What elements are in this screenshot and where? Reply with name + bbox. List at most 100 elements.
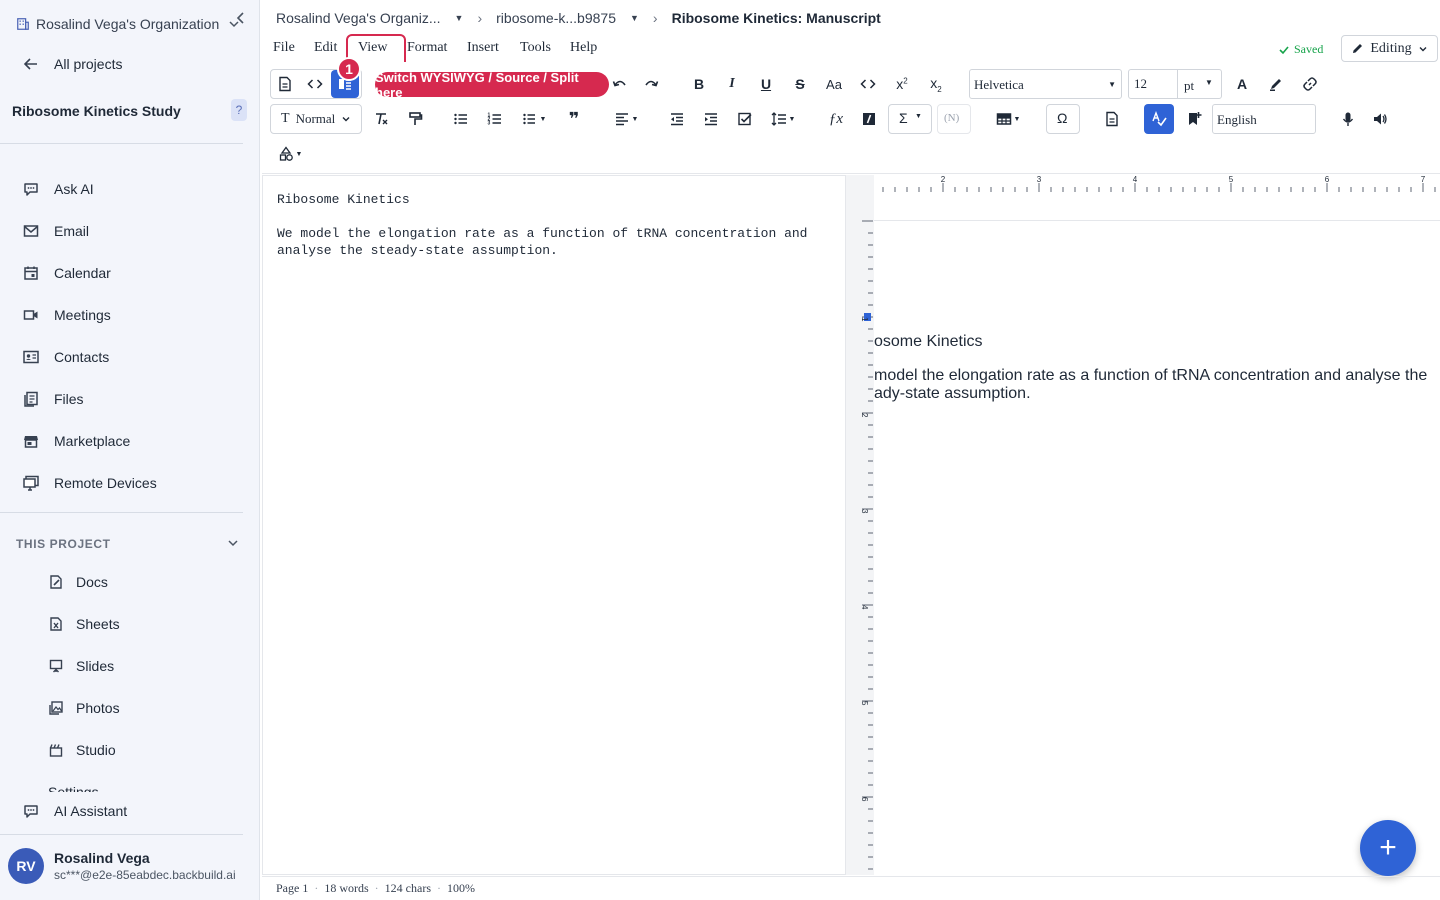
sidebar-item-calendar[interactable]: Calendar: [22, 264, 111, 282]
preview-title[interactable]: osome Kinetics: [874, 333, 983, 351]
clear-format-button[interactable]: [367, 105, 395, 133]
math-inline-button[interactable]: [855, 105, 883, 133]
bold-button[interactable]: B: [685, 70, 713, 98]
sidebar-item-docs[interactable]: Docs: [48, 574, 108, 590]
redo-button[interactable]: [637, 70, 665, 98]
underline-icon: U: [760, 76, 772, 92]
font-size-control[interactable]: 12 pt ▼: [1128, 69, 1222, 99]
breadcrumb-project[interactable]: ribosome-k...b9875: [496, 10, 616, 26]
sidebar-item-meetings[interactable]: Meetings: [22, 306, 111, 324]
sidebar-item-label: Marketplace: [54, 433, 131, 449]
sidebar-item-photos[interactable]: Photos: [48, 700, 120, 716]
svg-text:3: 3: [488, 121, 491, 127]
undo-button[interactable]: [606, 70, 634, 98]
all-projects-link[interactable]: All projects: [22, 55, 122, 73]
sidebar-item-label: AI Assistant: [54, 803, 128, 819]
sidebar-item-ai-assistant[interactable]: AI Assistant: [22, 802, 127, 820]
align-dropdown[interactable]: ▼: [609, 105, 643, 133]
superscript-button[interactable]: x2: [888, 70, 916, 98]
line-spacing-dropdown[interactable]: ▼: [766, 105, 800, 133]
strikethrough-button[interactable]: S: [786, 70, 814, 98]
breadcrumb: Rosalind Vega's Organiz... ▼ › ribosome-…: [276, 10, 881, 26]
menu-insert[interactable]: Insert: [467, 40, 499, 56]
numbered-list-button[interactable]: 123: [481, 105, 509, 133]
font-family-select[interactable]: Helvetica ▼: [969, 69, 1122, 99]
breadcrumb-document: Ribosome Kinetics: Manuscript: [671, 10, 881, 26]
text-color-button[interactable]: A: [1228, 70, 1256, 98]
help-badge[interactable]: ?: [231, 99, 247, 121]
menu-help[interactable]: Help: [570, 40, 597, 56]
subscript-button[interactable]: x2: [922, 70, 950, 98]
language-select[interactable]: English: [1212, 104, 1316, 134]
chat-bubble-icon: [24, 805, 38, 818]
sidebar-item-settings[interactable]: Settings: [48, 784, 99, 792]
dictation-button[interactable]: [1334, 105, 1362, 133]
org-switcher[interactable]: Rosalind Vega's Organization: [16, 16, 219, 32]
ruler-label: 4: [1133, 175, 1138, 184]
menu-edit[interactable]: Edit: [314, 40, 337, 56]
editing-mode-label: Editing: [1370, 40, 1412, 56]
bookmark-add-button[interactable]: [1180, 105, 1208, 133]
breadcrumb-org[interactable]: Rosalind Vega's Organiz...: [276, 10, 441, 26]
list-style-dropdown[interactable]: ▼: [517, 105, 551, 133]
paragraph-style-select[interactable]: T Normal: [270, 104, 362, 134]
code-icon: [860, 79, 876, 89]
caret-down-icon: ▼: [1108, 80, 1116, 89]
menu-format[interactable]: Format: [407, 40, 447, 56]
sidebar-item-sheets[interactable]: Sheets: [48, 616, 120, 632]
sidebar-item-label: Remote Devices: [54, 475, 157, 491]
indent-button[interactable]: [697, 105, 725, 133]
sidebar-item-marketplace[interactable]: Marketplace: [22, 432, 130, 450]
sidebar-item-studio[interactable]: Studio: [48, 742, 116, 758]
bullet-list-button[interactable]: [447, 105, 475, 133]
sidebar-item-ask-ai[interactable]: Ask AI: [22, 180, 94, 198]
shapes-dropdown[interactable]: ▼: [274, 140, 306, 168]
add-fab-button[interactable]: +: [1360, 820, 1416, 876]
link-button[interactable]: [1296, 70, 1324, 98]
caret-down-icon[interactable]: ▼: [630, 13, 639, 23]
menu-file[interactable]: File: [273, 40, 295, 56]
caret-down-icon: ▼: [1013, 115, 1021, 123]
outdent-button[interactable]: [663, 105, 691, 133]
chevron-down-icon[interactable]: [227, 537, 239, 549]
format-painter-button[interactable]: [401, 105, 429, 133]
table-dropdown[interactable]: ▼: [991, 105, 1025, 133]
editing-mode-button[interactable]: Editing: [1341, 35, 1438, 62]
code-icon: [307, 79, 323, 89]
horizontal-ruler: 2 3 4 5 6 7: [882, 175, 1436, 192]
spellcheck-button[interactable]: [1144, 104, 1174, 134]
sidebar-item-contacts[interactable]: Contacts: [22, 348, 109, 366]
sidebar-item-slides[interactable]: Slides: [48, 658, 114, 674]
checklist-button[interactable]: [731, 105, 759, 133]
read-aloud-button[interactable]: [1366, 105, 1394, 133]
preview-paragraph[interactable]: model the elongation rate as a function …: [874, 367, 1440, 403]
change-case-button[interactable]: Aa: [820, 70, 848, 98]
wysiwyg-preview[interactable]: [874, 175, 1440, 875]
zoom-level[interactable]: 100%: [447, 881, 475, 896]
sidebar-item-email[interactable]: Email: [22, 222, 89, 240]
language-value: English: [1217, 112, 1257, 127]
user-profile[interactable]: RV Rosalind Vega sc***@e2e-85eabdec.back…: [8, 848, 236, 884]
source-mode-button[interactable]: [301, 70, 329, 98]
sidebar-item-remote-devices[interactable]: Remote Devices: [22, 474, 157, 492]
collapse-sidebar-icon[interactable]: [232, 10, 248, 26]
highlight-button[interactable]: [1262, 70, 1290, 98]
formula-button[interactable]: ƒx: [822, 105, 850, 133]
sigma-dropdown[interactable]: [888, 104, 932, 134]
page-setup-button[interactable]: [1098, 105, 1126, 133]
outdent-icon: [671, 113, 683, 126]
caret-down-icon: ▼: [539, 115, 547, 123]
inline-code-button[interactable]: [854, 70, 882, 98]
wysiwyg-mode-button[interactable]: [271, 70, 299, 98]
checkbox-icon: [738, 112, 752, 126]
source-text[interactable]: Ribosome Kinetics We model the elongatio…: [263, 176, 845, 274]
underline-button[interactable]: U: [752, 70, 780, 98]
menu-tools[interactable]: Tools: [520, 40, 551, 56]
subscript-icon: x2: [930, 74, 942, 94]
caret-down-icon[interactable]: ▼: [455, 13, 464, 23]
blockquote-button[interactable]: ❞: [560, 105, 588, 133]
source-editor[interactable]: Ribosome Kinetics We model the elongatio…: [262, 175, 846, 875]
sidebar-item-files[interactable]: Files: [22, 390, 84, 408]
image-icon: [49, 701, 63, 715]
italic-button[interactable]: I: [718, 70, 746, 98]
